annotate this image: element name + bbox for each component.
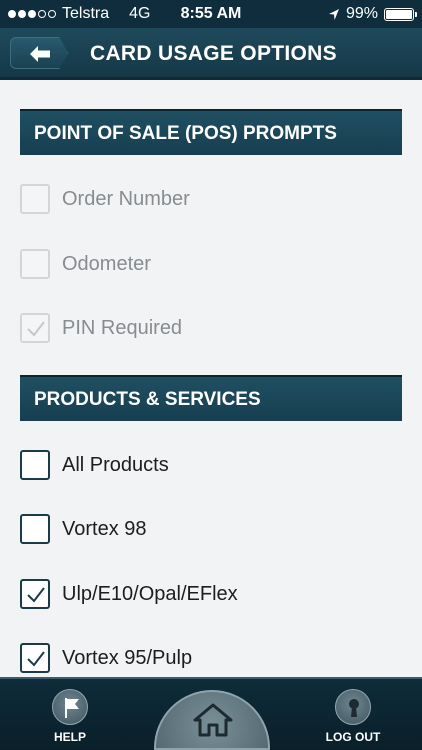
order-number-checkbox[interactable] bbox=[20, 184, 50, 214]
back-button[interactable] bbox=[10, 37, 68, 69]
checkbox-label: Order Number bbox=[62, 187, 190, 210]
help-label: HELP bbox=[53, 730, 86, 744]
checkbox-order-number[interactable]: Order Number bbox=[20, 183, 190, 215]
pos-section-header: POINT OF SALE (POS) PROMPTS bbox=[20, 109, 402, 155]
checkbox-vortex-98[interactable]: Vortex 98 bbox=[20, 513, 147, 545]
check-icon bbox=[27, 321, 45, 337]
pin-required-checkbox[interactable] bbox=[20, 313, 50, 343]
ulp-e10-opal-eflex-checkbox[interactable] bbox=[20, 579, 50, 609]
checkbox-label: All Products bbox=[62, 453, 169, 476]
check-icon bbox=[27, 587, 45, 603]
back-arrow-icon bbox=[30, 46, 50, 62]
checkbox-vortex-95-pulp[interactable]: Vortex 95/Pulp bbox=[20, 642, 192, 674]
all-products-checkbox[interactable] bbox=[20, 450, 50, 480]
vortex-98-checkbox[interactable] bbox=[20, 514, 50, 544]
status-right: 99% bbox=[328, 5, 417, 23]
battery-percent: 99% bbox=[345, 5, 378, 22]
checkbox-label: Ulp/E10/Opal/EFlex bbox=[62, 582, 238, 605]
check-icon bbox=[27, 651, 45, 667]
checkbox-ulp-e10-opal-eflex[interactable]: Ulp/E10/Opal/EFlex bbox=[20, 578, 238, 610]
app-header: CARD USAGE OPTIONS bbox=[0, 28, 422, 80]
checkbox-odometer[interactable]: Odometer bbox=[20, 248, 151, 280]
flag-icon bbox=[65, 698, 79, 718]
odometer-checkbox[interactable] bbox=[20, 249, 50, 279]
keyhole-icon bbox=[349, 699, 359, 717]
checkbox-all-products[interactable]: All Products bbox=[20, 449, 169, 481]
checkbox-label: Odometer bbox=[62, 252, 151, 275]
vortex-95-pulp-checkbox[interactable] bbox=[20, 643, 50, 673]
logout-button[interactable]: LOG OUT bbox=[313, 689, 393, 744]
help-button[interactable]: HELP bbox=[30, 689, 110, 744]
location-arrow-icon bbox=[328, 8, 339, 20]
help-circle bbox=[52, 689, 88, 725]
logout-circle bbox=[335, 689, 371, 725]
status-bar: Telstra 4G 8:55 AM 99% bbox=[0, 0, 422, 28]
checkbox-pin-required[interactable]: PIN Required bbox=[20, 312, 182, 344]
page-title: CARD USAGE OPTIONS bbox=[90, 42, 337, 65]
battery-icon bbox=[384, 7, 417, 21]
home-icon bbox=[193, 703, 233, 737]
logout-label: LOG OUT bbox=[325, 730, 381, 744]
checkbox-label: Vortex 98 bbox=[62, 517, 147, 540]
products-section-header: PRODUCTS & SERVICES bbox=[20, 375, 402, 421]
battery-fill bbox=[386, 9, 412, 19]
checkbox-label: PIN Required bbox=[62, 316, 183, 339]
checkbox-label: Vortex 95/Pulp bbox=[62, 646, 193, 669]
